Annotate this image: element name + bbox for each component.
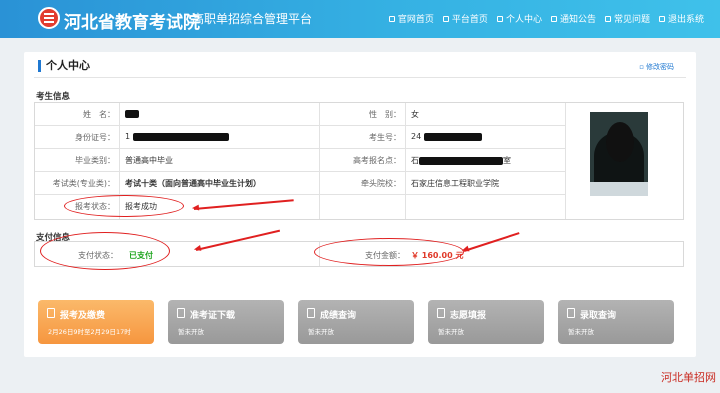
redaction [132, 132, 229, 141]
registration-site-value: 石室 [411, 156, 511, 165]
tile-preference-filling[interactable]: 志愿填报 暂未开放 [428, 300, 544, 344]
graduation-type-value: 普通高中毕业 [125, 156, 173, 165]
registration-site-label: 高考报名点： [353, 156, 401, 165]
ticket-icon [177, 308, 185, 318]
site-subtitle: 高职单招综合管理平台 [192, 12, 313, 26]
lead-school-label: 牵头院校： [361, 179, 401, 188]
exam-category-value: 考试十类（面向普通高中毕业生计划） [125, 179, 261, 188]
nav-personal-center[interactable]: 个人中心 [496, 12, 542, 25]
examinee-photo [590, 112, 648, 196]
examinee-section-title: 考生信息 [36, 92, 71, 102]
tile-score-query[interactable]: 成绩查询 暂未开放 [298, 300, 414, 344]
document-icon [47, 308, 55, 318]
exam-category-label: 考试类(专业类)： [52, 179, 115, 188]
table-row: 身份证号： 1 考生号： 24 [35, 126, 565, 149]
score-icon [307, 308, 315, 318]
top-header: 河北省教育考试院 高职单招综合管理平台 官网首页 平台首页 个人中心 通知公告 … [0, 0, 720, 38]
user-icon [496, 15, 503, 22]
tile-admission-query[interactable]: 录取查询 暂未开放 [558, 300, 674, 344]
name-label: 姓 名： [83, 110, 115, 119]
id-number-label: 身份证号： [75, 133, 115, 142]
nav-official-home[interactable]: 官网首页 [388, 12, 434, 25]
home-icon [388, 15, 395, 22]
tile-apply-and-pay[interactable]: 报考及缴费 2月26日9时至2月29日17时 [38, 300, 154, 344]
logo-icon [38, 7, 60, 29]
amount-annotation-circle [314, 238, 464, 266]
redaction [423, 132, 482, 141]
home-icon [442, 15, 449, 22]
payment-annotation-circle [40, 232, 170, 270]
form-icon [437, 308, 445, 318]
logout-icon [658, 15, 665, 22]
top-nav: 官网首页 平台首页 个人中心 通知公告 常见问题 退出系统 [388, 12, 704, 25]
nav-platform-home[interactable]: 平台首页 [442, 12, 488, 25]
exam-number-label: 考生号： [369, 133, 401, 142]
lock-icon: ▫ [639, 63, 644, 71]
tile-admission-ticket[interactable]: 准考证下载 暂未开放 [168, 300, 284, 344]
status-annotation-circle [64, 195, 184, 217]
exam-number-value: 24 [411, 132, 482, 141]
gender-label: 性 别： [369, 110, 401, 119]
table-row: 毕业类别： 普通高中毕业 高考报名点： 石室 [35, 149, 565, 172]
site-title: 河北省教育考试院 [64, 13, 200, 33]
search-icon [567, 308, 575, 318]
nav-logout[interactable]: 退出系统 [658, 12, 704, 25]
gender-value: 女 [411, 110, 419, 119]
notice-icon [550, 15, 557, 22]
graduation-type-label: 毕业类别： [75, 156, 115, 165]
id-number-value: 1 [125, 132, 229, 141]
change-password-link[interactable]: ▫ 修改密码 [639, 62, 674, 72]
divider [34, 77, 686, 78]
name-value [125, 109, 139, 118]
redaction [125, 109, 139, 118]
table-row: 姓 名： 性 别： 女 [35, 103, 565, 126]
page-title: 个人中心 [38, 60, 90, 72]
function-tiles: 报考及缴费 2月26日9时至2月29日17时 准考证下载 暂未开放 成绩查询 暂… [38, 300, 674, 344]
redaction [419, 156, 503, 165]
table-row: 考试类(专业类)： 考试十类（面向普通高中毕业生计划） 牵头院校： 石家庄信息工… [35, 172, 565, 195]
question-icon [604, 15, 611, 22]
lead-school-value: 石家庄信息工程职业学院 [411, 179, 499, 188]
watermark: 河北单招网 [661, 371, 716, 384]
nav-faq[interactable]: 常见问题 [604, 12, 650, 25]
nav-notices[interactable]: 通知公告 [550, 12, 596, 25]
